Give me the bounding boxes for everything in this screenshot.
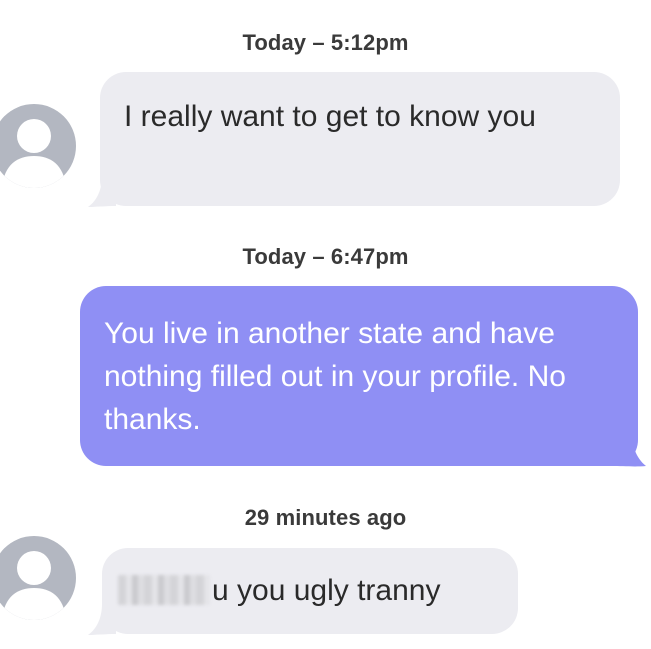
avatar-icon[interactable] — [0, 104, 76, 188]
message-text: You live in another state and have nothi… — [104, 317, 566, 436]
avatar-icon[interactable] — [0, 536, 76, 620]
message-timestamp: 29 minutes ago — [244, 505, 407, 530]
chat-thread: Today – 5:12pm I really want to get to k… — [0, 0, 651, 649]
message-timestamp: Today – 6:47pm — [242, 244, 409, 269]
message-timestamp: Today – 5:12pm — [242, 30, 409, 55]
message-bubble-outgoing[interactable]: You live in another state and have nothi… — [80, 286, 638, 466]
message-bubble-incoming[interactable]: u you ugly tranny — [102, 548, 518, 634]
bubble-tail — [612, 432, 646, 467]
redacted-text — [118, 575, 210, 605]
message-bubble-incoming[interactable]: I really want to get to know you — [100, 72, 620, 206]
message-text: I really want to get to know you — [124, 100, 536, 133]
message-text: u you ugly tranny — [212, 574, 441, 607]
